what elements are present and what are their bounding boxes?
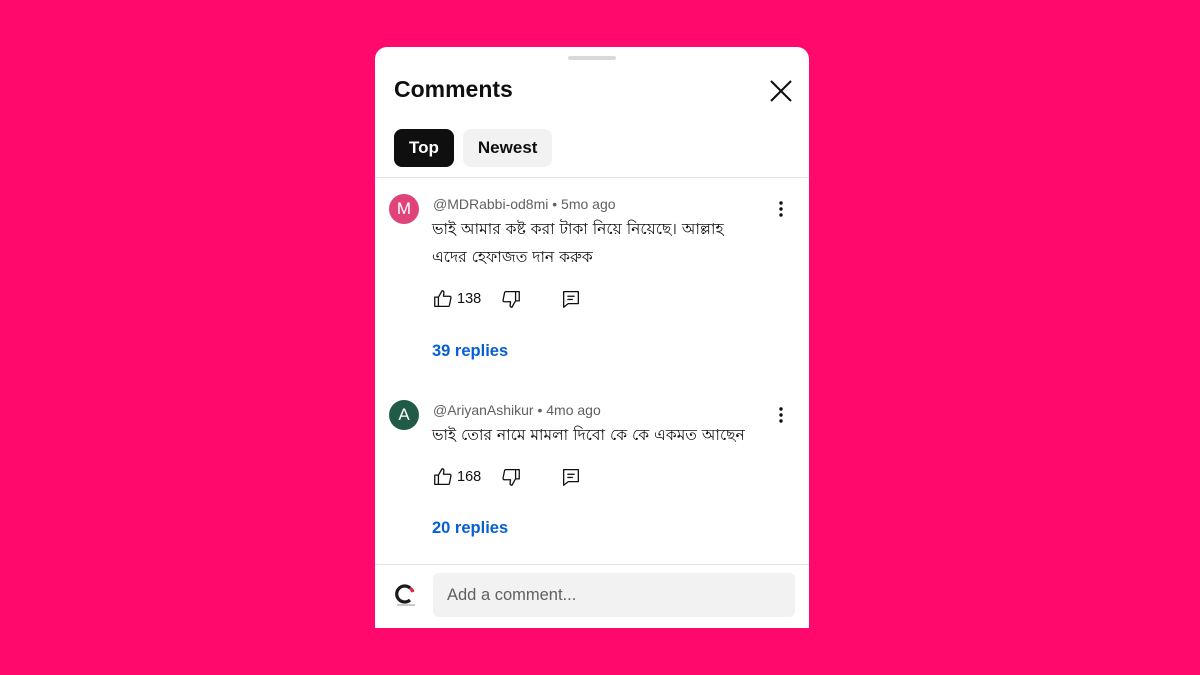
- user-avatar-icon[interactable]: [393, 582, 419, 608]
- comment-text: ভাই আমার কষ্ট করা টাকা নিয়ে নিয়েছে। আল…: [432, 215, 762, 271]
- avatar[interactable]: M: [389, 194, 419, 224]
- meta-separator: •: [537, 402, 543, 418]
- divider: [375, 177, 809, 178]
- reply-icon[interactable]: [560, 288, 582, 310]
- dislike-icon[interactable]: [500, 288, 522, 310]
- comment-time: 4mo ago: [546, 402, 601, 418]
- comment-line: ভাই আমার কষ্ট করা টাকা নিয়ে নিয়েছে। আল…: [432, 220, 724, 238]
- comment-author[interactable]: @AriyanAshikur: [433, 402, 534, 418]
- comment-text: ভাই তোর নামে মামলা দিবো কে কে একমত আছেন: [432, 421, 762, 449]
- close-icon[interactable]: [767, 77, 795, 105]
- comment-actions: 168: [432, 466, 592, 490]
- like-count: 138: [457, 291, 482, 307]
- tab-newest[interactable]: Newest: [462, 129, 553, 167]
- panel-title: Comments: [394, 76, 513, 102]
- dislike-icon[interactable]: [500, 466, 522, 488]
- more-options-icon[interactable]: [775, 405, 787, 425]
- drag-handle[interactable]: [568, 56, 616, 60]
- replies-link[interactable]: 39 replies: [432, 342, 508, 361]
- divider: [375, 564, 809, 565]
- comment-meta: @MDRabbi-od8mi • 5mo ago: [433, 196, 616, 212]
- comment-line: ভাই তোর নামে মামলা দিবো কে কে একমত আছেন: [432, 426, 745, 444]
- like-count: 168: [457, 469, 482, 485]
- comment-item: A @AriyanAshikur • 4mo ago ভাই তোর নামে …: [375, 399, 809, 549]
- add-comment-input[interactable]: [433, 573, 795, 617]
- comment-item: M @MDRabbi-od8mi • 5mo ago ভাই আমার কষ্ট…: [375, 193, 809, 373]
- comments-panel: Comments Top Newest M @MDRabbi-od8mi • 5…: [375, 47, 809, 628]
- sort-tabs: Top Newest: [394, 129, 553, 167]
- avatar[interactable]: A: [389, 400, 419, 430]
- tab-top[interactable]: Top: [394, 129, 454, 167]
- comment-time: 5mo ago: [561, 196, 616, 212]
- comment-meta: @AriyanAshikur • 4mo ago: [433, 402, 601, 418]
- like-icon[interactable]: [432, 288, 454, 310]
- replies-link[interactable]: 20 replies: [432, 519, 508, 538]
- comment-author[interactable]: @MDRabbi-od8mi: [433, 196, 548, 212]
- reply-icon[interactable]: [560, 466, 582, 488]
- like-icon[interactable]: [432, 466, 454, 488]
- comment-actions: 138: [432, 288, 592, 312]
- more-options-icon[interactable]: [775, 199, 787, 219]
- comment-line: এদের হেফাজত দান করুক: [432, 248, 593, 266]
- meta-separator: •: [552, 196, 558, 212]
